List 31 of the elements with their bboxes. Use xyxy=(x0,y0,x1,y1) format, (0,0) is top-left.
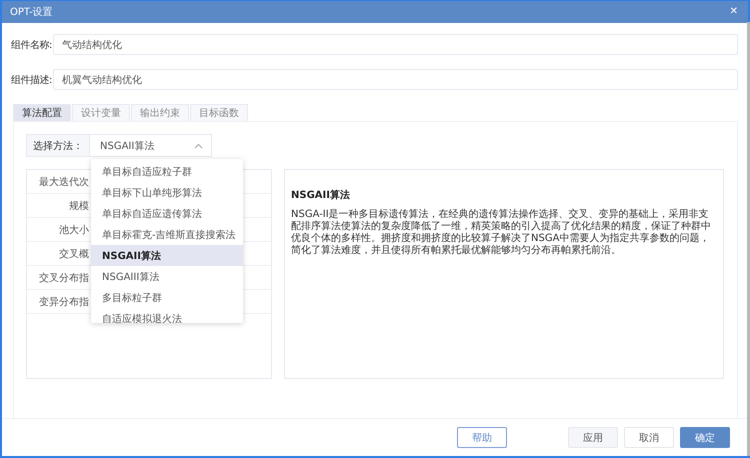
dialog-button[interactable]: 取消 xyxy=(624,427,674,448)
method-dropdown[interactable]: NSGAII算法 xyxy=(90,134,212,157)
description-text: NSGA-II是一种多目标遗传算法，在经典的遗传算法操作选择、交叉、变异的基础上，采用非支配排序算法使算法的复杂度降低了一维，精英策略的引入提高了优化结果的精度，保证了种群中优良个体的多样性。拥挤度和拥挤度的比较算子解决了NSGA中需要人为指定共享参数的问题，简化了算法难度，并且使得所有帕累托最优解能够均匀分布再帕累托前沿。 xyxy=(291,209,712,257)
description-title: NSGAII算法 xyxy=(291,188,351,202)
tab[interactable]: 算法配置 xyxy=(13,104,71,121)
dropdown-option[interactable]: 单目标自适应遗传算法 xyxy=(91,203,243,224)
dialog-button[interactable]: 帮助 xyxy=(457,427,507,448)
parameter-label: 交叉概 xyxy=(58,248,89,260)
input-field[interactable]: 机翼气动结构优化 xyxy=(53,69,738,90)
parameter-label: 变异分布指 xyxy=(38,296,89,308)
dropdown-option[interactable]: 单目标自适应粒子群 xyxy=(91,161,243,182)
scrollbar[interactable] xyxy=(747,22,750,456)
input-field[interactable]: 气动结构优化 xyxy=(53,34,738,55)
dropdown-option[interactable]: NSGAII算法 xyxy=(91,245,243,266)
close-icon[interactable]: ✕ xyxy=(730,7,738,17)
parameter-label: 最大迭代次 xyxy=(38,176,89,188)
parameter-label: 池大小 xyxy=(58,224,89,236)
caret-icon xyxy=(194,142,203,148)
parameter-label: 交叉分布指 xyxy=(38,272,89,284)
dropdown-option[interactable]: 自适应模拟退火法 xyxy=(91,308,243,323)
dialog-button[interactable]: 应用 xyxy=(568,427,618,448)
select-label: 选择方法： xyxy=(26,134,90,157)
dropdown-option[interactable]: 单目标下山单纯形算法 xyxy=(91,182,243,203)
window-title: OPT-设置 xyxy=(10,6,53,19)
field-label: 组件描述: xyxy=(11,74,53,86)
parameter-label: 规模 xyxy=(68,200,89,212)
field-label: 组件名称: xyxy=(11,38,53,52)
dialog-button[interactable]: 确定 xyxy=(680,427,730,448)
dropdown-option[interactable]: 单目标霍克-吉维斯直接搜索法 xyxy=(91,224,243,245)
dropdown-option[interactable]: NSGAIII算法 xyxy=(91,266,243,287)
dropdown-option[interactable]: 多目标粒子群 xyxy=(91,287,243,308)
